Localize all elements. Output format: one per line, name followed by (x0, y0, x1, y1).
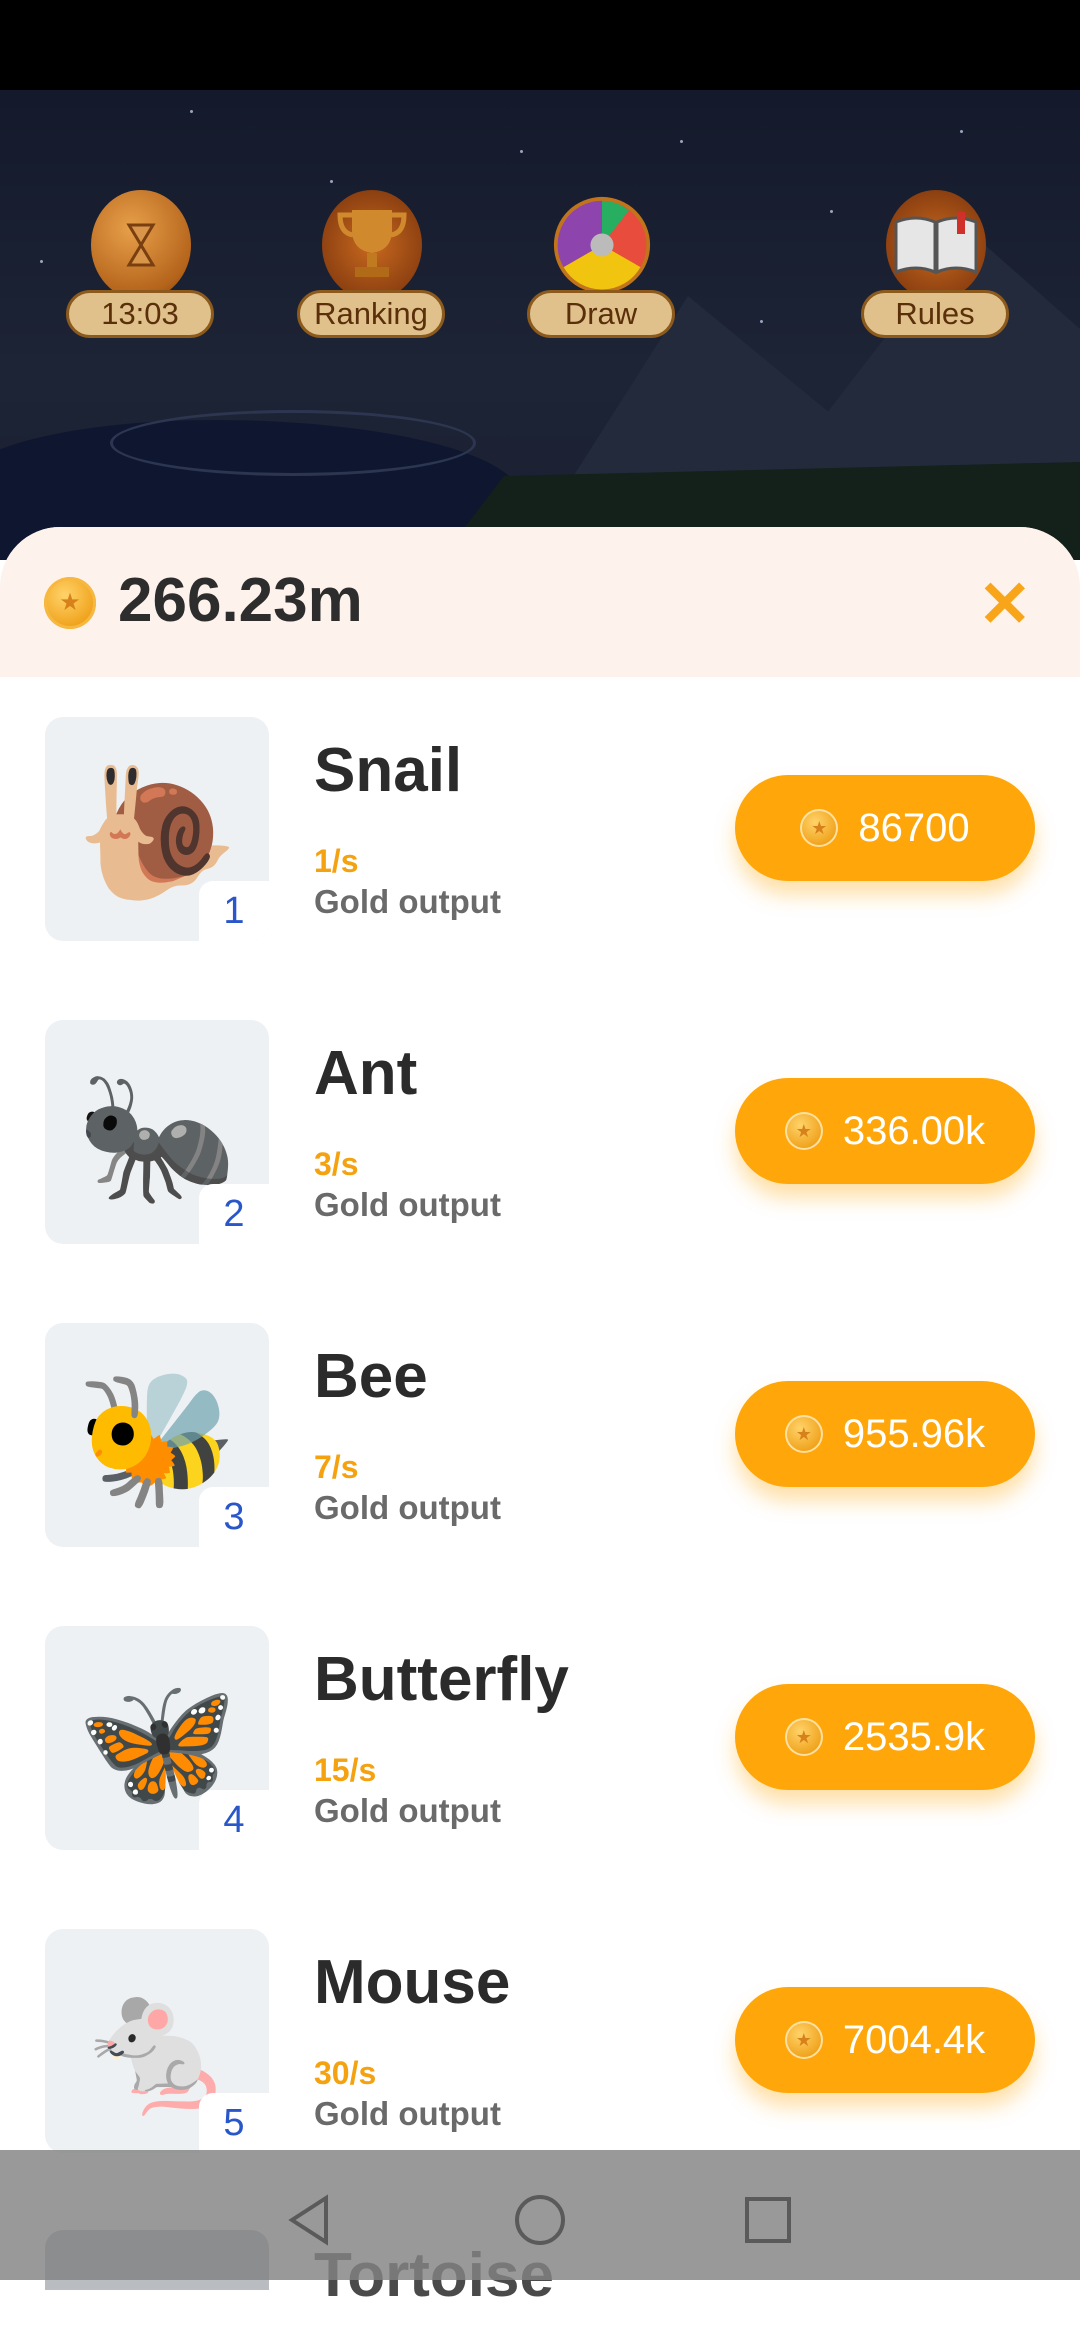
price-label: 86700 (858, 805, 970, 850)
book-icon (886, 190, 986, 300)
gold-coin-icon (44, 577, 96, 629)
level-badge: 5 (199, 2093, 269, 2153)
rules-label: Rules (861, 290, 1009, 338)
timer-label: 13:03 (66, 290, 214, 338)
gold-output-caption: Gold output (314, 1489, 501, 1526)
shop-panel: 266.23m ✕ 🐌 1 Snail 1/s Gold output 8670… (0, 527, 1080, 2327)
list-item: 🐜 2 Ant 3/s Gold output 336.00k (0, 1020, 1080, 1260)
list-item: 🐝 3 Bee 7/s Gold output 955.96k (0, 1323, 1080, 1563)
list-item: 🐁 5 Mouse 30/s Gold output 7004.4k (0, 1929, 1080, 2169)
list-item: 🐌 1 Snail 1/s Gold output 86700 (0, 717, 1080, 957)
gold-rate: 30/s (314, 2055, 377, 2091)
gold-coin-icon (800, 809, 839, 847)
animal-thumbnail: 🐝 3 (45, 1323, 269, 1547)
gold-coin-icon (784, 1112, 823, 1150)
system-navigation-bar (0, 2150, 1080, 2280)
price-label: 955.96k (842, 1411, 986, 1456)
status-bar (0, 0, 1080, 90)
buy-button[interactable]: 955.96k (735, 1381, 1035, 1487)
gold-rate: 15/s (314, 1752, 377, 1788)
animal-name: Snail (314, 736, 463, 805)
level-badge: 3 (199, 1487, 269, 1547)
gold-rate: 7/s (314, 1449, 359, 1485)
timer-button[interactable]: 13:03 (66, 190, 216, 350)
animal-thumbnail: 🐁 5 (45, 1929, 269, 2153)
back-icon[interactable] (280, 2190, 340, 2250)
buy-button[interactable]: 86700 (735, 775, 1035, 881)
ranking-button[interactable]: Ranking (297, 190, 447, 350)
trophy-icon (322, 190, 422, 300)
buy-button[interactable]: 7004.4k (735, 1987, 1035, 2093)
buy-button[interactable]: 2535.9k (735, 1684, 1035, 1790)
recents-icon[interactable] (738, 2190, 798, 2250)
price-label: 7004.4k (842, 2017, 986, 2062)
animal-name: Bee (314, 1342, 428, 1411)
gold-output-caption: Gold output (314, 2095, 501, 2132)
price-label: 336.00k (842, 1108, 986, 1153)
animal-name: Ant (314, 1039, 418, 1108)
hourglass-coin-icon (91, 190, 191, 300)
gold-output-caption: Gold output (314, 1186, 501, 1223)
level-badge: 1 (199, 881, 269, 941)
list-item: 🦋 4 Butterfly 15/s Gold output 2535.9k (0, 1626, 1080, 1866)
close-icon[interactable]: ✕ (978, 567, 1032, 642)
draw-label: Draw (527, 290, 675, 338)
animal-thumbnail: 🦋 4 (45, 1626, 269, 1850)
animal-thumbnail: 🐜 2 (45, 1020, 269, 1244)
rules-button[interactable]: Rules (861, 190, 1011, 350)
price-label: 2535.9k (842, 1714, 986, 1759)
gold-balance: 266.23m (118, 566, 363, 635)
draw-button[interactable]: Draw (527, 190, 677, 350)
prize-wheel-icon (552, 190, 652, 300)
level-badge: 2 (199, 1184, 269, 1244)
gold-output-caption: Gold output (314, 1792, 501, 1829)
gold-output-caption: Gold output (314, 883, 501, 920)
level-badge: 4 (199, 1790, 269, 1850)
panel-header: 266.23m ✕ (0, 527, 1080, 677)
game-scene-background: 13:03 Ranking Draw Rules (0, 90, 1080, 560)
gold-coin-icon (784, 1718, 823, 1756)
buy-button[interactable]: 336.00k (735, 1078, 1035, 1184)
gold-rate: 3/s (314, 1146, 359, 1182)
gold-coin-icon (784, 1415, 823, 1453)
animal-thumbnail: 🐌 1 (45, 717, 269, 941)
animal-name: Mouse (314, 1948, 511, 2017)
home-icon[interactable] (510, 2190, 570, 2250)
ranking-label: Ranking (297, 290, 445, 338)
gold-coin-icon (784, 2021, 823, 2059)
animal-name: Butterfly (314, 1645, 569, 1714)
gold-rate: 1/s (314, 843, 359, 879)
